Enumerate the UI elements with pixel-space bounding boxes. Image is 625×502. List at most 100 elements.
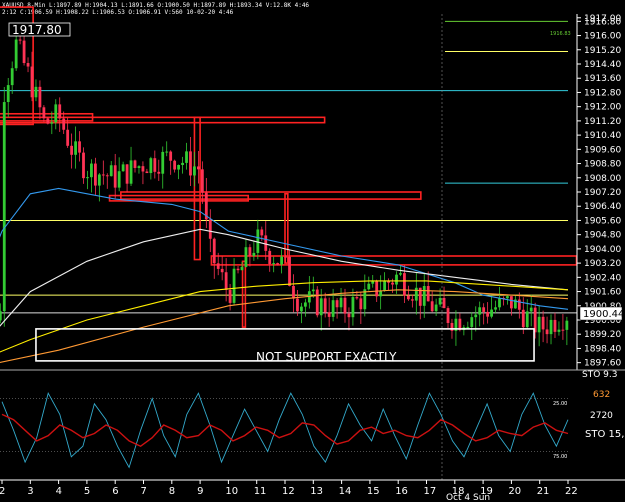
candle-up: [74, 141, 77, 155]
candle-up: [14, 39, 18, 69]
candle-down: [284, 256, 287, 258]
candle-down: [66, 129, 70, 146]
candle-up: [319, 298, 323, 316]
y-tick-label: 1901.60: [584, 288, 621, 298]
candle-down: [82, 152, 85, 179]
small-level-note: 1916.83: [550, 31, 571, 37]
candle-up: [478, 307, 482, 315]
y-tick-label: 1906.40: [584, 202, 621, 212]
x-tick-label: 9: [197, 486, 203, 497]
candle-up: [121, 164, 125, 172]
candle-up: [86, 177, 89, 179]
candle-down: [105, 175, 109, 177]
candle-up: [498, 297, 501, 308]
candle-up: [379, 290, 383, 297]
date-label: Oct 4 Sun: [446, 493, 490, 502]
y-tick-label: 1902.40: [584, 273, 621, 283]
candle-down: [347, 313, 351, 318]
candle-down: [553, 319, 557, 332]
candle-up: [470, 317, 474, 327]
candle-up: [525, 311, 529, 328]
candle-up: [529, 307, 533, 312]
y-tick-label: 1904.00: [584, 245, 621, 255]
candle-down: [101, 174, 105, 176]
candle-down: [521, 309, 525, 328]
candle-up: [565, 320, 569, 330]
candle-down: [268, 250, 272, 265]
candle-down: [442, 297, 446, 309]
candle-down: [327, 312, 331, 317]
y-tick-label: 1904.80: [584, 231, 621, 241]
candle-down: [343, 297, 347, 314]
y-tick-label: 1912.80: [584, 88, 621, 98]
candle-down: [359, 298, 363, 310]
x-tick-label: 15: [367, 486, 380, 497]
candle-up: [193, 166, 196, 176]
x-tick-label: 11: [254, 486, 267, 497]
candle-up: [185, 151, 188, 163]
x-tick-label: 13: [310, 486, 323, 497]
last-price-label: 1900.44: [583, 309, 624, 320]
sto-level-25-label: 25.00: [553, 401, 567, 407]
x-tick-label: 7: [141, 486, 147, 497]
candle-down: [406, 295, 410, 300]
candle-down: [355, 297, 359, 299]
x-tick-label: 14: [339, 486, 352, 497]
candle-up: [6, 85, 10, 103]
candle-up: [438, 297, 442, 305]
x-tick-label: 8: [169, 486, 175, 497]
candle-up: [494, 307, 497, 310]
candle-down: [22, 40, 26, 64]
candle-down: [545, 329, 549, 335]
x-tick-label: 5: [84, 486, 90, 497]
candle-down: [42, 107, 46, 119]
candle-down: [62, 118, 66, 130]
candle-down: [430, 301, 434, 312]
candle-up: [90, 163, 93, 178]
candle-up: [331, 300, 335, 317]
candle-down: [58, 104, 62, 119]
candle-up: [256, 229, 260, 253]
x-tick-label: 20: [508, 486, 521, 497]
candle-down: [141, 166, 145, 172]
y-tick-label: 1909.60: [584, 145, 621, 155]
candle-down: [391, 282, 394, 285]
candle-up: [474, 314, 478, 318]
candle-down: [375, 280, 379, 297]
candle-up: [300, 306, 303, 312]
candle-up: [252, 252, 256, 256]
candle-up: [466, 326, 470, 328]
candle-down: [426, 286, 430, 302]
candle-down: [296, 298, 299, 312]
candle-down: [18, 39, 22, 41]
candle-up: [177, 165, 180, 170]
box-note-label: NOT SUPPORT EXACTLY: [256, 350, 397, 364]
x-tick-label: 16: [395, 486, 408, 497]
candle-down: [169, 151, 173, 161]
candle-down: [323, 298, 327, 313]
y-tick-label: 1905.60: [584, 216, 621, 226]
candle-up: [149, 158, 153, 174]
x-tick-label: 3: [27, 486, 33, 497]
candle-up: [395, 274, 398, 285]
candle-up: [537, 316, 541, 333]
candle-down: [446, 308, 450, 323]
header-line-1: XAUUSD 8-Min L:1897.89 H:1904.13 L:1891.…: [2, 2, 309, 9]
x-tick-label: 21: [537, 486, 550, 497]
candle-down: [216, 263, 220, 269]
candle-up: [181, 162, 184, 166]
candle-down: [410, 299, 414, 301]
candle-down: [292, 285, 295, 299]
y-tick-label: 1910.40: [584, 131, 621, 141]
y-tick-label: 1916.80: [584, 17, 621, 27]
candle-up: [414, 287, 418, 301]
candle-down: [517, 299, 521, 310]
x-tick-label: 12: [282, 486, 295, 497]
y-tick-label: 1903.20: [584, 259, 621, 269]
candle-down: [113, 165, 117, 188]
candle-down: [510, 296, 513, 309]
candle-up: [2, 102, 6, 312]
y-tick-label: 1897.60: [584, 359, 621, 369]
candle-down: [228, 289, 232, 303]
candle-up: [109, 165, 113, 177]
